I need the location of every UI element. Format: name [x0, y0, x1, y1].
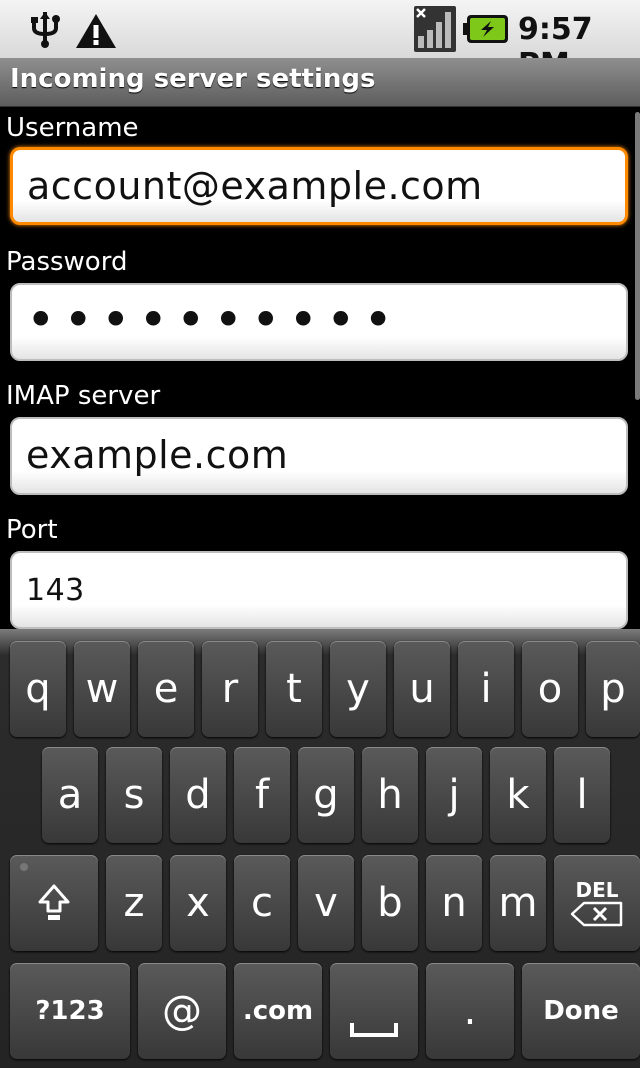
- title-bar: Incoming server settings: [0, 58, 640, 107]
- password-field[interactable]: ••••••••••: [10, 283, 628, 361]
- key-h[interactable]: h: [362, 747, 418, 843]
- username-field[interactable]: account@example.com: [10, 147, 628, 225]
- key-l[interactable]: l: [554, 747, 610, 843]
- port-value: 143: [26, 573, 85, 608]
- key-n[interactable]: n: [426, 855, 482, 951]
- period-key[interactable]: .: [426, 963, 514, 1059]
- key-a[interactable]: a: [42, 747, 98, 843]
- delete-key[interactable]: DEL: [554, 855, 640, 951]
- key-y[interactable]: y: [330, 641, 386, 737]
- at-key[interactable]: @: [138, 963, 226, 1059]
- scrollbar[interactable]: [635, 112, 640, 400]
- key-c[interactable]: c: [234, 855, 290, 951]
- username-label: Username: [6, 113, 139, 143]
- key-w[interactable]: w: [74, 641, 130, 737]
- key-s[interactable]: s: [106, 747, 162, 843]
- key-p[interactable]: p: [586, 641, 640, 737]
- key-o[interactable]: o: [522, 641, 578, 737]
- key-m[interactable]: m: [490, 855, 546, 951]
- port-label: Port: [6, 515, 58, 545]
- backspace-icon: [570, 901, 623, 927]
- key-g[interactable]: g: [298, 747, 354, 843]
- key-f[interactable]: f: [234, 747, 290, 843]
- key-e[interactable]: e: [138, 641, 194, 737]
- space-bar-icon: [350, 1023, 398, 1037]
- key-j[interactable]: j: [426, 747, 482, 843]
- settings-form[interactable]: Username account@example.com Password ••…: [0, 107, 640, 629]
- key-q[interactable]: q: [10, 641, 66, 737]
- password-value: ••••••••••: [26, 291, 401, 349]
- key-b[interactable]: b: [362, 855, 418, 951]
- key-k[interactable]: k: [490, 747, 546, 843]
- port-field[interactable]: 143: [10, 551, 628, 629]
- delete-label: DEL: [575, 878, 619, 902]
- status-bar: 9:57 PM: [0, 0, 640, 82]
- space-key[interactable]: [330, 963, 418, 1059]
- key-v[interactable]: v: [298, 855, 354, 951]
- signal-icon: [414, 6, 456, 52]
- dotcom-key[interactable]: .com: [234, 963, 322, 1059]
- symbols-key[interactable]: ?123: [10, 963, 130, 1059]
- key-t[interactable]: t: [266, 641, 322, 737]
- shift-icon: [38, 884, 70, 920]
- imap-server-field[interactable]: example.com: [10, 417, 628, 495]
- key-d[interactable]: d: [170, 747, 226, 843]
- key-r[interactable]: r: [202, 641, 258, 737]
- soft-keyboard: q w e r t y u i o p a s d f g h j k l z …: [0, 629, 640, 1068]
- page-title: Incoming server settings: [10, 64, 376, 94]
- password-label: Password: [6, 247, 128, 277]
- done-key[interactable]: Done: [522, 963, 640, 1059]
- usb-icon: [31, 12, 60, 48]
- warning-icon: [76, 14, 116, 48]
- shift-lock-indicator: [20, 863, 28, 871]
- key-i[interactable]: i: [458, 641, 514, 737]
- imap-server-value: example.com: [26, 433, 289, 477]
- username-value: account@example.com: [27, 164, 483, 208]
- battery-charging-icon: [463, 15, 508, 43]
- key-u[interactable]: u: [394, 641, 450, 737]
- imap-server-label: IMAP server: [6, 381, 161, 411]
- shift-key[interactable]: [10, 855, 98, 951]
- key-z[interactable]: z: [106, 855, 162, 951]
- key-x[interactable]: x: [170, 855, 226, 951]
